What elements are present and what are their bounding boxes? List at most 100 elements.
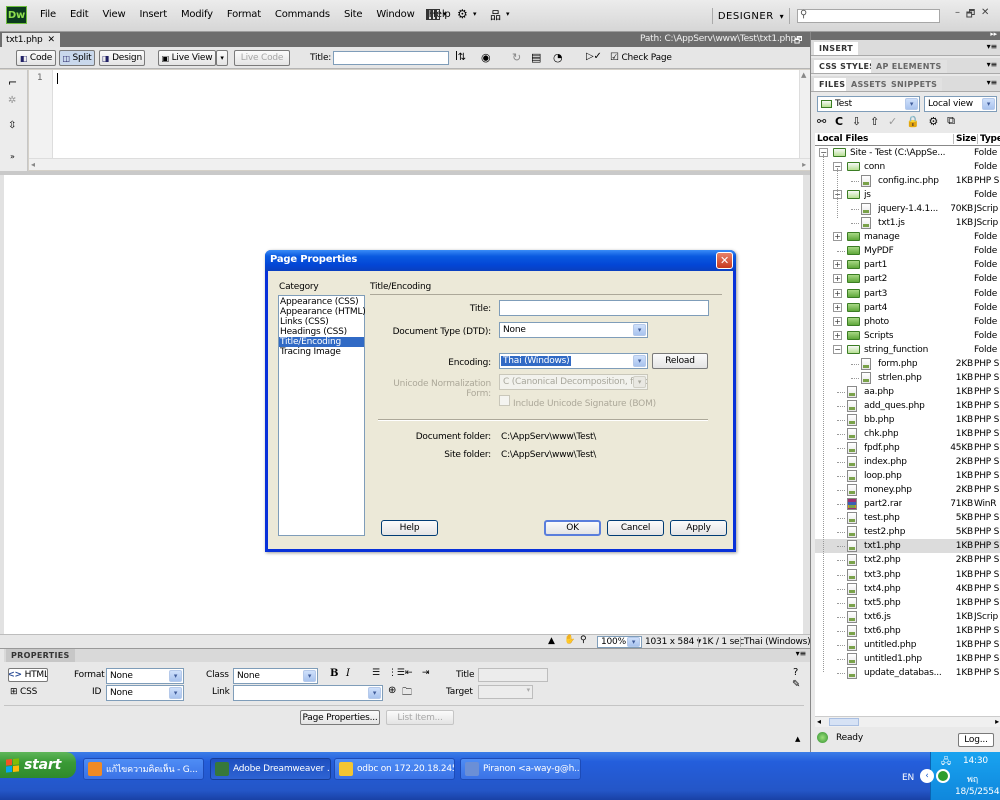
more-icon[interactable]: »: [10, 152, 15, 161]
help-button[interactable]: Help: [381, 520, 438, 536]
file-row[interactable]: index.php 2KB PHP S: [815, 455, 1000, 469]
menu-item-modify[interactable]: Modify: [174, 9, 220, 23]
tab-files[interactable]: FILES: [814, 78, 851, 91]
hand-tool-icon[interactable]: ✋: [564, 635, 575, 645]
gear-dropdown-icon[interactable]: ▾: [473, 10, 477, 18]
doc-title-input[interactable]: [333, 51, 449, 65]
file-row[interactable]: + manage Folde: [815, 230, 1000, 244]
get-files-icon[interactable]: ⇩: [852, 115, 861, 128]
tab-txt1[interactable]: txt1.php ✕: [2, 33, 60, 47]
reload-button[interactable]: Reload: [652, 353, 708, 369]
workspace-switcher[interactable]: DESIGNER ▾: [712, 8, 790, 24]
files-tree[interactable]: − Site - Test (C:\AppSe... Folde − conn Folde…: [815, 146, 1000, 716]
input-method-icon[interactable]: [936, 769, 950, 783]
site-dropdown-icon[interactable]: ▾: [506, 10, 510, 18]
file-row[interactable]: jquery-1.4.1... 70KB JScrip: [815, 202, 1000, 216]
taskbar-button[interactable]: แก้ไขความคิดเห็น - G...: [83, 758, 204, 780]
file-row[interactable]: + part1 Folde: [815, 258, 1000, 272]
file-row[interactable]: money.php 2KB PHP S: [815, 483, 1000, 497]
taskbar-button[interactable]: odbc on 172.20.18.245: [334, 758, 455, 780]
layout-dropdown-icon[interactable]: ▾: [443, 10, 447, 18]
start-button[interactable]: start: [0, 752, 76, 778]
file-row[interactable]: aa.php 1KB PHP S: [815, 385, 1000, 399]
ordered-list-icon[interactable]: ⋮☰: [388, 668, 405, 678]
menu-item-commands[interactable]: Commands: [268, 9, 337, 23]
category-item[interactable]: Appearance (HTML): [279, 307, 366, 317]
menu-item-format[interactable]: Format: [220, 9, 268, 23]
category-item[interactable]: Title/Encoding: [279, 337, 364, 347]
visual-aids-icon[interactable]: ◔: [553, 51, 563, 64]
file-row[interactable]: test.php 5KB PHP S: [815, 511, 1000, 525]
close-tab-icon[interactable]: ✕: [48, 35, 56, 45]
collapse-icon[interactable]: ✲: [8, 95, 16, 106]
close-button[interactable]: ✕: [981, 7, 989, 24]
expand-icon[interactable]: +: [833, 303, 842, 312]
title-field[interactable]: [478, 668, 548, 682]
tab-snippets[interactable]: SNIPPETS: [886, 78, 943, 91]
file-row[interactable]: txt3.php 1KB PHP S: [815, 568, 1000, 582]
file-row[interactable]: − conn Folde: [815, 160, 1000, 174]
tab-assets[interactable]: ASSETS: [846, 78, 892, 91]
unordered-list-icon[interactable]: ☰: [372, 668, 380, 678]
file-row[interactable]: txt4.php 4KB PHP S: [815, 582, 1000, 596]
expand-icon[interactable]: +: [833, 289, 842, 298]
expand-icon[interactable]: ⇳: [8, 120, 16, 131]
code-editor[interactable]: 1: [29, 70, 799, 158]
open-documents-icon[interactable]: ⌐: [8, 76, 17, 89]
file-row[interactable]: bb.php 1KB PHP S: [815, 413, 1000, 427]
ok-button[interactable]: OK: [544, 520, 601, 536]
outdent-icon[interactable]: ⇤: [405, 668, 413, 678]
expand-icon[interactable]: ⧉: [947, 114, 955, 128]
live-view-button[interactable]: ▣ Live View: [158, 50, 216, 66]
file-row[interactable]: fpdf.php 45KB PHP S: [815, 441, 1000, 455]
doctype-select[interactable]: None ▾: [499, 322, 648, 338]
file-row[interactable]: test2.php 5KB PHP S: [815, 525, 1000, 539]
browse-folder-icon[interactable]: 🗀: [402, 685, 412, 702]
file-row[interactable]: txt6.php 1KB PHP S: [815, 624, 1000, 638]
check-in-icon[interactable]: 🔒: [906, 115, 920, 128]
search-input[interactable]: ⚲: [797, 9, 940, 23]
col-size[interactable]: Size: [953, 134, 976, 144]
category-item[interactable]: Tracing Image: [279, 347, 364, 357]
file-row[interactable]: + part2 Folde: [815, 272, 1000, 286]
minimize-button[interactable]: –: [955, 7, 960, 24]
collapse-panels-icon[interactable]: ▸▸: [990, 30, 997, 38]
category-list[interactable]: Appearance (CSS) Appearance (HTML) Links (…: [278, 295, 366, 536]
zoom-tool-icon[interactable]: ⚲: [580, 635, 587, 645]
encoding-select[interactable]: Thai (Windows) ▾: [499, 353, 648, 369]
network-icon[interactable]: 🖧: [941, 754, 951, 770]
taskbar-button[interactable]: Piranon <a-way-g@h...: [460, 758, 581, 780]
file-row[interactable]: − Site - Test (C:\AppSe... Folde: [815, 146, 1000, 160]
help-icon[interactable]: ?: [793, 667, 798, 678]
file-row[interactable]: chk.php 1KB PHP S: [815, 427, 1000, 441]
layout-icon[interactable]: [426, 9, 440, 20]
menu-item-site[interactable]: Site: [337, 9, 369, 23]
site-icon[interactable]: 品: [490, 7, 501, 23]
edit-icon[interactable]: ✎: [792, 679, 800, 690]
file-row[interactable]: part2.rar 71KB WinR: [815, 497, 1000, 511]
check-page-button[interactable]: ☑ Check Page: [610, 52, 672, 63]
live-view-dropdown[interactable]: ▾: [216, 50, 228, 66]
files-hscrollbar[interactable]: ◂ ▸: [815, 716, 1000, 727]
select-tool-icon[interactable]: ▲: [548, 636, 555, 646]
view-options-icon[interactable]: ▤: [531, 51, 541, 64]
view-select[interactable]: Local view ▾: [924, 96, 997, 112]
file-row[interactable]: + part4 Folde: [815, 301, 1000, 315]
menu-item-file[interactable]: File: [33, 9, 63, 23]
design-view-button[interactable]: ◨ Design: [99, 50, 145, 66]
file-row[interactable]: config.inc.php 1KB PHP S: [815, 174, 1000, 188]
id-select[interactable]: None ▾: [106, 685, 184, 701]
file-row[interactable]: txt5.php 1KB PHP S: [815, 596, 1000, 610]
list-item-button[interactable]: List Item...: [386, 710, 454, 725]
point-to-file-icon[interactable]: ⊕: [388, 685, 396, 696]
code-hscrollbar[interactable]: ◂ ▸: [29, 158, 810, 170]
file-row[interactable]: MyPDF Folde: [815, 244, 1000, 258]
html-mode-button[interactable]: <> HTML: [8, 668, 48, 682]
cancel-button[interactable]: Cancel: [607, 520, 664, 536]
col-local-files[interactable]: Local Files: [817, 134, 868, 144]
menu-item-edit[interactable]: Edit: [63, 9, 96, 23]
file-row[interactable]: + part3 Folde: [815, 287, 1000, 301]
title-input[interactable]: [499, 300, 709, 316]
restore-button[interactable]: 🗗: [966, 7, 975, 24]
file-row[interactable]: loop.php 1KB PHP S: [815, 469, 1000, 483]
